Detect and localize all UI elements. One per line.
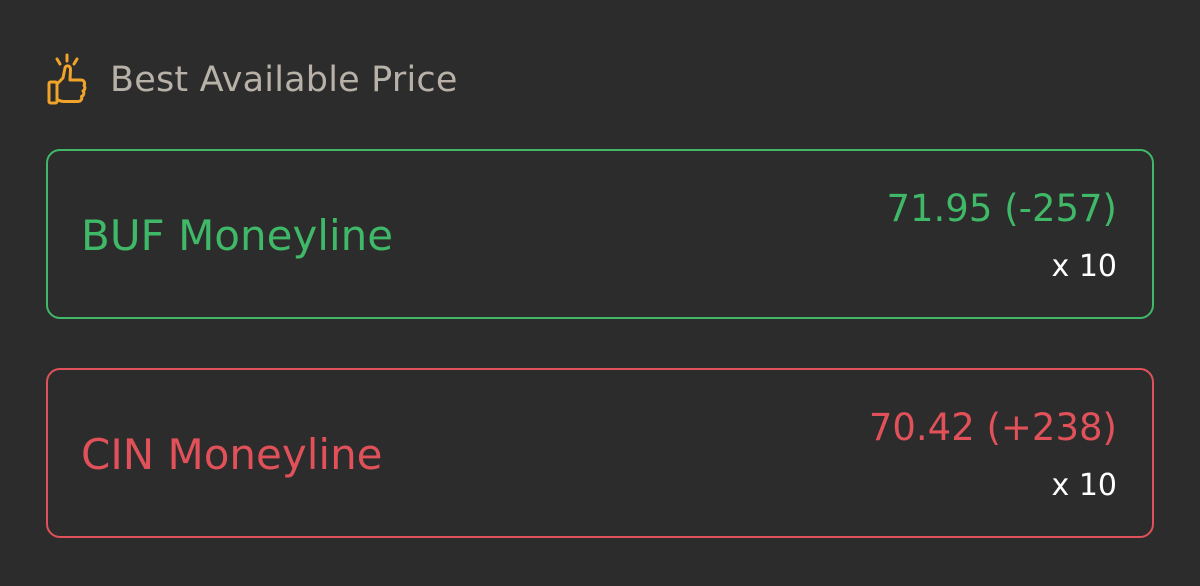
- best-price-panel: Best Available Price BUF Moneyline 71.95…: [0, 0, 1200, 586]
- market-price: 71.95 (-257): [886, 187, 1117, 230]
- market-card-cin-moneyline[interactable]: CIN Moneyline 70.42 (+238) x 10: [46, 368, 1154, 538]
- market-label: BUF Moneyline: [81, 211, 394, 260]
- section-header: Best Available Price: [46, 52, 458, 108]
- market-quantity: x 10: [1051, 468, 1117, 503]
- market-label: CIN Moneyline: [81, 430, 383, 479]
- market-card-buf-moneyline[interactable]: BUF Moneyline 71.95 (-257) x 10: [46, 149, 1154, 319]
- thumbs-up-icon: [47, 53, 87, 105]
- market-price: 70.42 (+238): [868, 406, 1117, 449]
- market-quantity: x 10: [1051, 249, 1117, 284]
- section-title: Best Available Price: [110, 60, 458, 100]
